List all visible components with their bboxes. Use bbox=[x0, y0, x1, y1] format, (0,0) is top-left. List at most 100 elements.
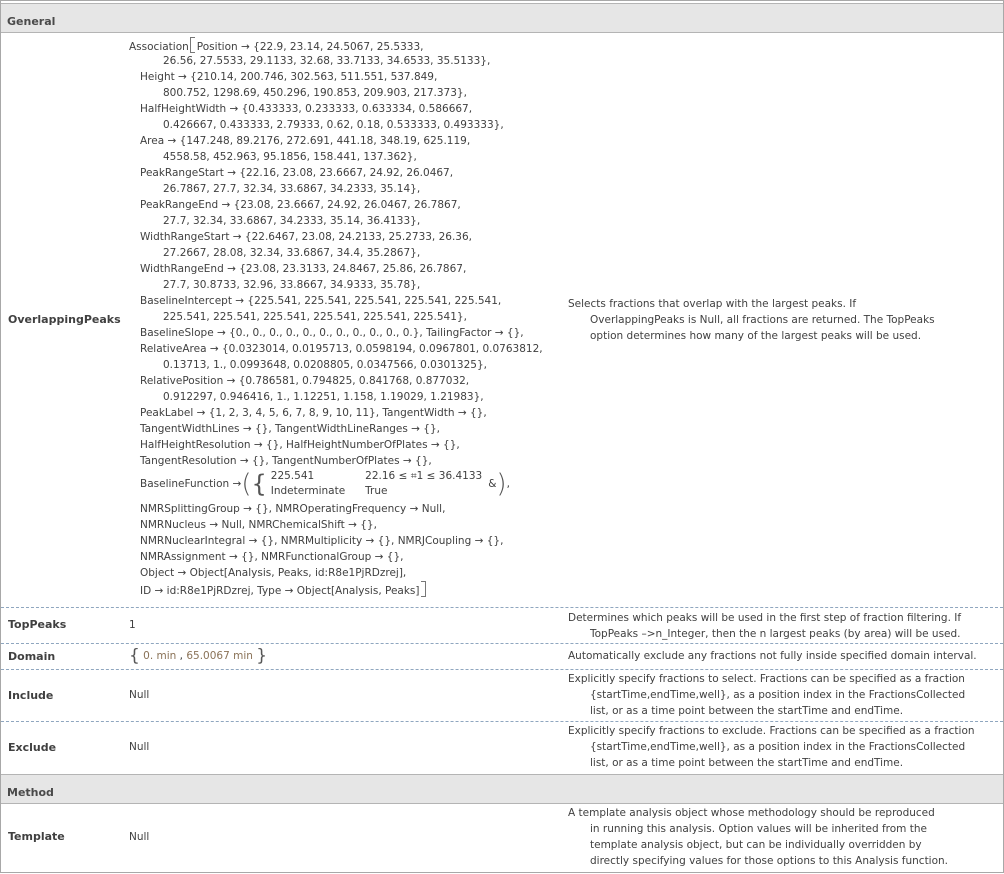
row-divider bbox=[1, 721, 1003, 722]
paren-open: ( bbox=[241, 469, 252, 499]
code-line: Association Position → {22.9, 23.14, 24.5… bbox=[129, 37, 543, 53]
piecewise-condition: 22.16 ≤ ⌗1 ≤ 36.4133 bbox=[365, 470, 483, 482]
comma: , bbox=[506, 477, 510, 490]
code-line: HalfHeightWidth → {0.433333, 0.233333, 0… bbox=[129, 101, 543, 117]
code-text: BaselineSlope → {0., 0., 0., 0., 0., 0.,… bbox=[140, 327, 524, 339]
code-line: 800.752, 1298.69, 450.296, 190.853, 209.… bbox=[129, 85, 543, 101]
baseline-function-line: BaselineFunction →({225.541 22.16 ≤ ⌗1 ≤ … bbox=[129, 469, 543, 501]
code-line: 0.426667, 0.433333, 2.79333, 0.62, 0.18,… bbox=[129, 117, 543, 133]
code-line: BaselineIntercept → {225.541, 225.541, 2… bbox=[129, 293, 543, 309]
code-text: 0.13713, 1., 0.0993648, 0.0208805, 0.034… bbox=[163, 359, 487, 371]
paren-close: ) bbox=[496, 469, 507, 499]
piecewise-value: 225.541 bbox=[270, 470, 315, 482]
brace-close: } bbox=[256, 646, 268, 666]
code-text: NMRNuclearIntegral → {}, NMRMultiplicity… bbox=[140, 535, 504, 547]
description-line: Determines which peaks will be used in t… bbox=[568, 612, 962, 624]
option-name-exclude: Exclude bbox=[8, 741, 57, 754]
option-value-domain[interactable]: { 0. min , 65.0067 min } bbox=[129, 646, 267, 666]
piecewise-value: Indeterminate bbox=[270, 485, 346, 497]
code-line: 0.912297, 0.946416, 1., 1.12251, 1.158, … bbox=[129, 389, 543, 405]
code-line: Object → Object[Analysis, Peaks, id:R8e1… bbox=[129, 565, 543, 581]
code-text: NMRNucleus → Null, NMRChemicalShift → {}… bbox=[140, 519, 377, 531]
description-line: Automatically exclude any fractions not … bbox=[568, 650, 977, 662]
piecewise-table: 225.541 22.16 ≤ ⌗1 ≤ 36.4133 Indeterminate… bbox=[271, 469, 488, 499]
code-text: Area → {147.248, 89.2176, 272.691, 441.1… bbox=[140, 135, 471, 147]
code-text: 0.426667, 0.433333, 2.79333, 0.62, 0.18,… bbox=[163, 119, 504, 131]
code-text: 800.752, 1298.69, 450.296, 190.853, 209.… bbox=[163, 87, 467, 99]
section-header-general: General bbox=[1, 3, 1003, 33]
option-value-toppeaks[interactable]: 1 bbox=[129, 619, 136, 631]
code-text: PeakRangeStart → {22.16, 23.08, 23.6667,… bbox=[140, 167, 454, 179]
brace-open: { bbox=[129, 646, 140, 666]
code-line: 225.541, 225.541, 225.541, 225.541, 225.… bbox=[129, 309, 543, 325]
code-line: BaselineSlope → {0., 0., 0., 0., 0., 0.,… bbox=[129, 325, 543, 341]
row-divider bbox=[1, 643, 1003, 644]
association-head: Association bbox=[129, 41, 189, 53]
description-line: A template analysis object whose methodo… bbox=[568, 807, 935, 819]
code-text: Object → Object[Analysis, Peaks, id:R8e1… bbox=[140, 567, 407, 579]
option-value-overlappingpeaks[interactable]: Association Position → {22.9, 23.14, 24.5… bbox=[129, 37, 543, 597]
code-line: PeakRangeStart → {22.16, 23.08, 23.6667,… bbox=[129, 165, 543, 181]
code-line: RelativePosition → {0.786581, 0.794825, … bbox=[129, 373, 543, 389]
description-line: TopPeaks –>n_Integer, then the n largest… bbox=[590, 628, 961, 640]
description-line: in running this analysis. Option values … bbox=[590, 823, 927, 835]
comma: , bbox=[179, 650, 184, 662]
code-line: WidthRangeStart → {22.6467, 23.08, 24.21… bbox=[129, 229, 543, 245]
description-line: template analysis object, but can be ind… bbox=[590, 839, 922, 851]
code-text: Height → {210.14, 200.746, 302.563, 511.… bbox=[140, 71, 438, 83]
code-line: NMRNuclearIntegral → {}, NMRMultiplicity… bbox=[129, 533, 543, 549]
code-line: 27.7, 30.8733, 32.96, 33.8667, 34.9333, … bbox=[129, 277, 543, 293]
code-text: 26.7867, 27.7, 32.34, 33.6867, 34.2333, … bbox=[163, 183, 421, 195]
option-name-toppeaks: TopPeaks bbox=[8, 618, 67, 631]
code-line: NMRSplittingGroup → {}, NMROperatingFreq… bbox=[129, 501, 543, 517]
bracket-open bbox=[189, 37, 195, 53]
description-line: Explicitly specify fractions to select. … bbox=[568, 673, 965, 685]
code-text: ID → id:R8e1PjRDzrej, Type → Object[Anal… bbox=[140, 585, 420, 597]
code-line: PeakLabel → {1, 2, 3, 4, 5, 6, 7, 8, 9, … bbox=[129, 405, 543, 421]
code-text: NMRAssignment → {}, NMRFunctionalGroup →… bbox=[140, 551, 404, 563]
piecewise-condition: True bbox=[365, 485, 388, 497]
option-description-template: A template analysis object whose methodo… bbox=[568, 805, 998, 869]
options-table: General OverlappingPeaks Association Posi… bbox=[0, 0, 1004, 873]
code-line: WidthRangeEnd → {23.08, 23.3133, 24.8467… bbox=[129, 261, 543, 277]
code-line: Height → {210.14, 200.746, 302.563, 511.… bbox=[129, 69, 543, 85]
option-description-toppeaks: Determines which peaks will be used in t… bbox=[568, 610, 998, 642]
code-line: 26.56, 27.5533, 29.1133, 32.68, 33.7133,… bbox=[129, 53, 543, 69]
option-description-domain: Automatically exclude any fractions not … bbox=[568, 648, 998, 664]
option-description-include: Explicitly specify fractions to select. … bbox=[568, 671, 998, 719]
code-line: RelativeArea → {0.0323014, 0.0195713, 0.… bbox=[129, 341, 543, 357]
domain-end-quantity: 65.0067 min bbox=[186, 650, 253, 662]
piecewise-row: Indeterminate True bbox=[271, 484, 488, 499]
code-text: 0.912297, 0.946416, 1., 1.12251, 1.158, … bbox=[163, 391, 484, 403]
section-title: Method bbox=[7, 786, 54, 799]
row-divider bbox=[1, 607, 1003, 608]
code-line: 27.7, 32.34, 33.6867, 34.2333, 35.14, 36… bbox=[129, 213, 543, 229]
code-line: HalfHeightResolution → {}, HalfHeightNum… bbox=[129, 437, 543, 453]
code-line: TangentWidthLines → {}, TangentWidthLine… bbox=[129, 421, 543, 437]
code-text: 26.56, 27.5533, 29.1133, 32.68, 33.7133,… bbox=[163, 55, 491, 67]
code-text: 27.2667, 28.08, 32.34, 33.6867, 34.4, 35… bbox=[163, 247, 421, 259]
code-line: NMRAssignment → {}, NMRFunctionalGroup →… bbox=[129, 549, 543, 565]
code-text: 4558.58, 452.963, 95.1856, 158.441, 137.… bbox=[163, 151, 417, 163]
row-divider bbox=[1, 669, 1003, 670]
code-text: 27.7, 32.34, 33.6867, 34.2333, 35.14, 36… bbox=[163, 215, 421, 227]
option-value-template[interactable]: Null bbox=[129, 831, 149, 843]
code-line: TangentResolution → {}, TangentNumberOfP… bbox=[129, 453, 543, 469]
code-text: WidthRangeEnd → {23.08, 23.3133, 24.8467… bbox=[140, 263, 467, 275]
description-line: option determines how many of the larges… bbox=[590, 330, 922, 342]
code-line: ID → id:R8e1PjRDzrej, Type → Object[Anal… bbox=[129, 581, 543, 597]
piecewise-row: 225.541 22.16 ≤ ⌗1 ≤ 36.4133 bbox=[271, 469, 488, 484]
code-line: NMRNucleus → Null, NMRChemicalShift → {}… bbox=[129, 517, 543, 533]
code-text: 27.7, 30.8733, 32.96, 33.8667, 34.9333, … bbox=[163, 279, 421, 291]
option-value-exclude[interactable]: Null bbox=[129, 741, 149, 753]
code-line: 0.13713, 1., 0.0993648, 0.0208805, 0.034… bbox=[129, 357, 543, 373]
description-line: list, or as a time point between the sta… bbox=[590, 705, 904, 717]
code-text: RelativePosition → {0.786581, 0.794825, … bbox=[140, 375, 470, 387]
description-line: {startTime,endTime,well}, as a position … bbox=[590, 689, 966, 701]
code-text: PeakRangeEnd → {23.08, 23.6667, 24.92, 2… bbox=[140, 199, 461, 211]
option-value-include[interactable]: Null bbox=[129, 689, 149, 701]
code-text: HalfHeightWidth → {0.433333, 0.233333, 0… bbox=[140, 103, 473, 115]
description-line: {startTime,endTime,well}, as a position … bbox=[590, 741, 966, 753]
code-text: WidthRangeStart → {22.6467, 23.08, 24.21… bbox=[140, 231, 473, 243]
code-text: HalfHeightResolution → {}, HalfHeightNum… bbox=[140, 439, 460, 451]
